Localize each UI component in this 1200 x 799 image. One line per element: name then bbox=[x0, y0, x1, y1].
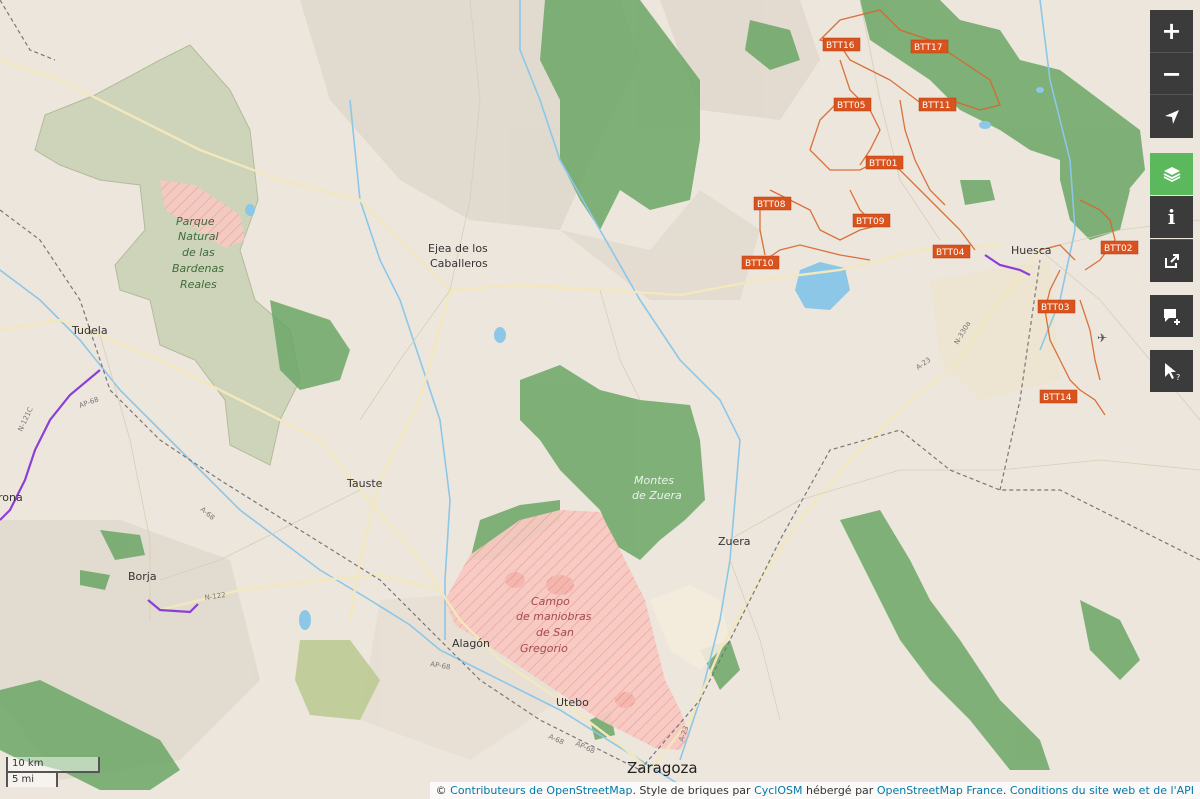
info-icon: i bbox=[1167, 205, 1176, 229]
btt-label-text: BTT03 bbox=[1041, 303, 1069, 313]
cursor-question-icon: ? bbox=[1164, 363, 1180, 381]
btt-route-label-btt10[interactable]: BTT10 bbox=[741, 255, 780, 270]
layers-icon bbox=[1163, 167, 1180, 183]
btt-route-label-btt17[interactable]: BTT17 bbox=[910, 39, 949, 54]
scale-imperial: 5 mi bbox=[6, 771, 58, 787]
park-bardenas-label-1: Parque bbox=[176, 215, 215, 228]
place-alagon: Alagón bbox=[452, 637, 490, 650]
locate-button[interactable] bbox=[1150, 94, 1193, 138]
btt-route-label-btt11[interactable]: BTT11 bbox=[918, 97, 957, 112]
place-zuera: Zuera bbox=[718, 535, 751, 548]
scale-bar: 10 km 5 mi bbox=[6, 757, 100, 787]
map-canvas[interactable]: Tudela Ejea de los Caballeros Tauste Bor… bbox=[0, 0, 1200, 799]
military-label-4: Gregorio bbox=[520, 642, 568, 655]
osmfr-link[interactable]: OpenStreetMap France bbox=[877, 784, 1003, 797]
place-huesca: Huesca bbox=[1011, 244, 1052, 257]
zoom-out-button[interactable]: − bbox=[1150, 52, 1193, 95]
svg-text:?: ? bbox=[1176, 373, 1180, 381]
place-cortona: rona bbox=[0, 491, 23, 504]
place-ejea-line1: Ejea de los bbox=[428, 242, 488, 255]
btt-route-label-btt14[interactable]: BTT14 bbox=[1039, 389, 1078, 404]
park-bardenas-label-4: Bardenas bbox=[172, 262, 224, 275]
btt-label-text: BTT08 bbox=[757, 200, 786, 210]
btt-route-label-btt16[interactable]: BTT16 bbox=[822, 37, 861, 52]
btt-route-label-btt01[interactable]: BTT01 bbox=[865, 155, 904, 170]
place-ejea-line2: Caballeros bbox=[430, 257, 488, 270]
btt-label-text: BTT16 bbox=[826, 41, 855, 51]
park-zuera-label-2: de Zuera bbox=[632, 489, 682, 502]
btt-label-text: BTT01 bbox=[869, 159, 897, 169]
attribution-hosted-text: hébergé par bbox=[806, 784, 874, 797]
btt-label-text: BTT10 bbox=[745, 259, 774, 269]
btt-route-label-btt05[interactable]: BTT05 bbox=[833, 97, 872, 112]
layers-button[interactable] bbox=[1150, 153, 1193, 195]
btt-label-text: BTT11 bbox=[922, 101, 950, 111]
btt-label-text: BTT09 bbox=[856, 217, 885, 227]
military-label-1: Campo bbox=[531, 595, 570, 608]
share-icon bbox=[1164, 254, 1179, 268]
place-tudela: Tudela bbox=[71, 324, 108, 337]
note-add-icon bbox=[1163, 309, 1180, 325]
btt-label-text: BTT02 bbox=[1104, 244, 1132, 254]
attribution-style-text: . Style de briques par bbox=[632, 784, 751, 797]
zoom-in-button[interactable]: + bbox=[1150, 10, 1193, 52]
park-bardenas-label-3: de las bbox=[182, 246, 215, 259]
military-label-3: de San bbox=[536, 626, 574, 639]
osm-contributors-link[interactable]: Contributeurs de OpenStreetMap bbox=[450, 784, 632, 797]
btt-label-text: BTT17 bbox=[914, 43, 942, 53]
park-bardenas-label-5: Reales bbox=[180, 278, 217, 291]
btt-route-label-btt04[interactable]: BTT04 bbox=[932, 244, 971, 259]
place-borja: Borja bbox=[128, 570, 157, 583]
locate-arrow-icon bbox=[1164, 109, 1179, 124]
military-label-2: de maniobras bbox=[516, 610, 592, 623]
terms-link[interactable]: Conditions du site web et de l'API bbox=[1010, 784, 1194, 797]
minus-icon: − bbox=[1161, 60, 1182, 88]
btt-label-text: BTT14 bbox=[1043, 393, 1072, 403]
airport-icon: ✈ bbox=[1097, 331, 1107, 345]
attribution-prefix: © bbox=[435, 784, 447, 797]
share-button[interactable] bbox=[1150, 239, 1193, 282]
plus-icon: + bbox=[1161, 17, 1182, 45]
park-bardenas-label-2: Natural bbox=[178, 230, 219, 243]
cyclosm-link[interactable]: CyclOSM bbox=[754, 784, 802, 797]
info-button[interactable]: i bbox=[1150, 196, 1193, 238]
place-zaragoza: Zaragoza bbox=[627, 759, 698, 777]
btt-label-text: BTT04 bbox=[936, 248, 965, 258]
query-features-button[interactable]: ? bbox=[1150, 350, 1193, 392]
attribution: © Contributeurs de OpenStreetMap. Style … bbox=[429, 782, 1200, 799]
place-tauste: Tauste bbox=[346, 477, 383, 490]
place-utebo: Utebo bbox=[556, 696, 589, 709]
btt-route-label-btt08[interactable]: BTT08 bbox=[753, 196, 792, 211]
park-zuera-label-1: Montes bbox=[634, 474, 674, 487]
btt-route-label-btt02[interactable]: BTT02 bbox=[1100, 240, 1139, 255]
btt-route-label-btt03[interactable]: BTT03 bbox=[1037, 299, 1076, 314]
btt-label-text: BTT05 bbox=[837, 101, 865, 111]
btt-route-label-btt09[interactable]: BTT09 bbox=[852, 213, 891, 228]
add-note-button[interactable] bbox=[1150, 295, 1193, 337]
